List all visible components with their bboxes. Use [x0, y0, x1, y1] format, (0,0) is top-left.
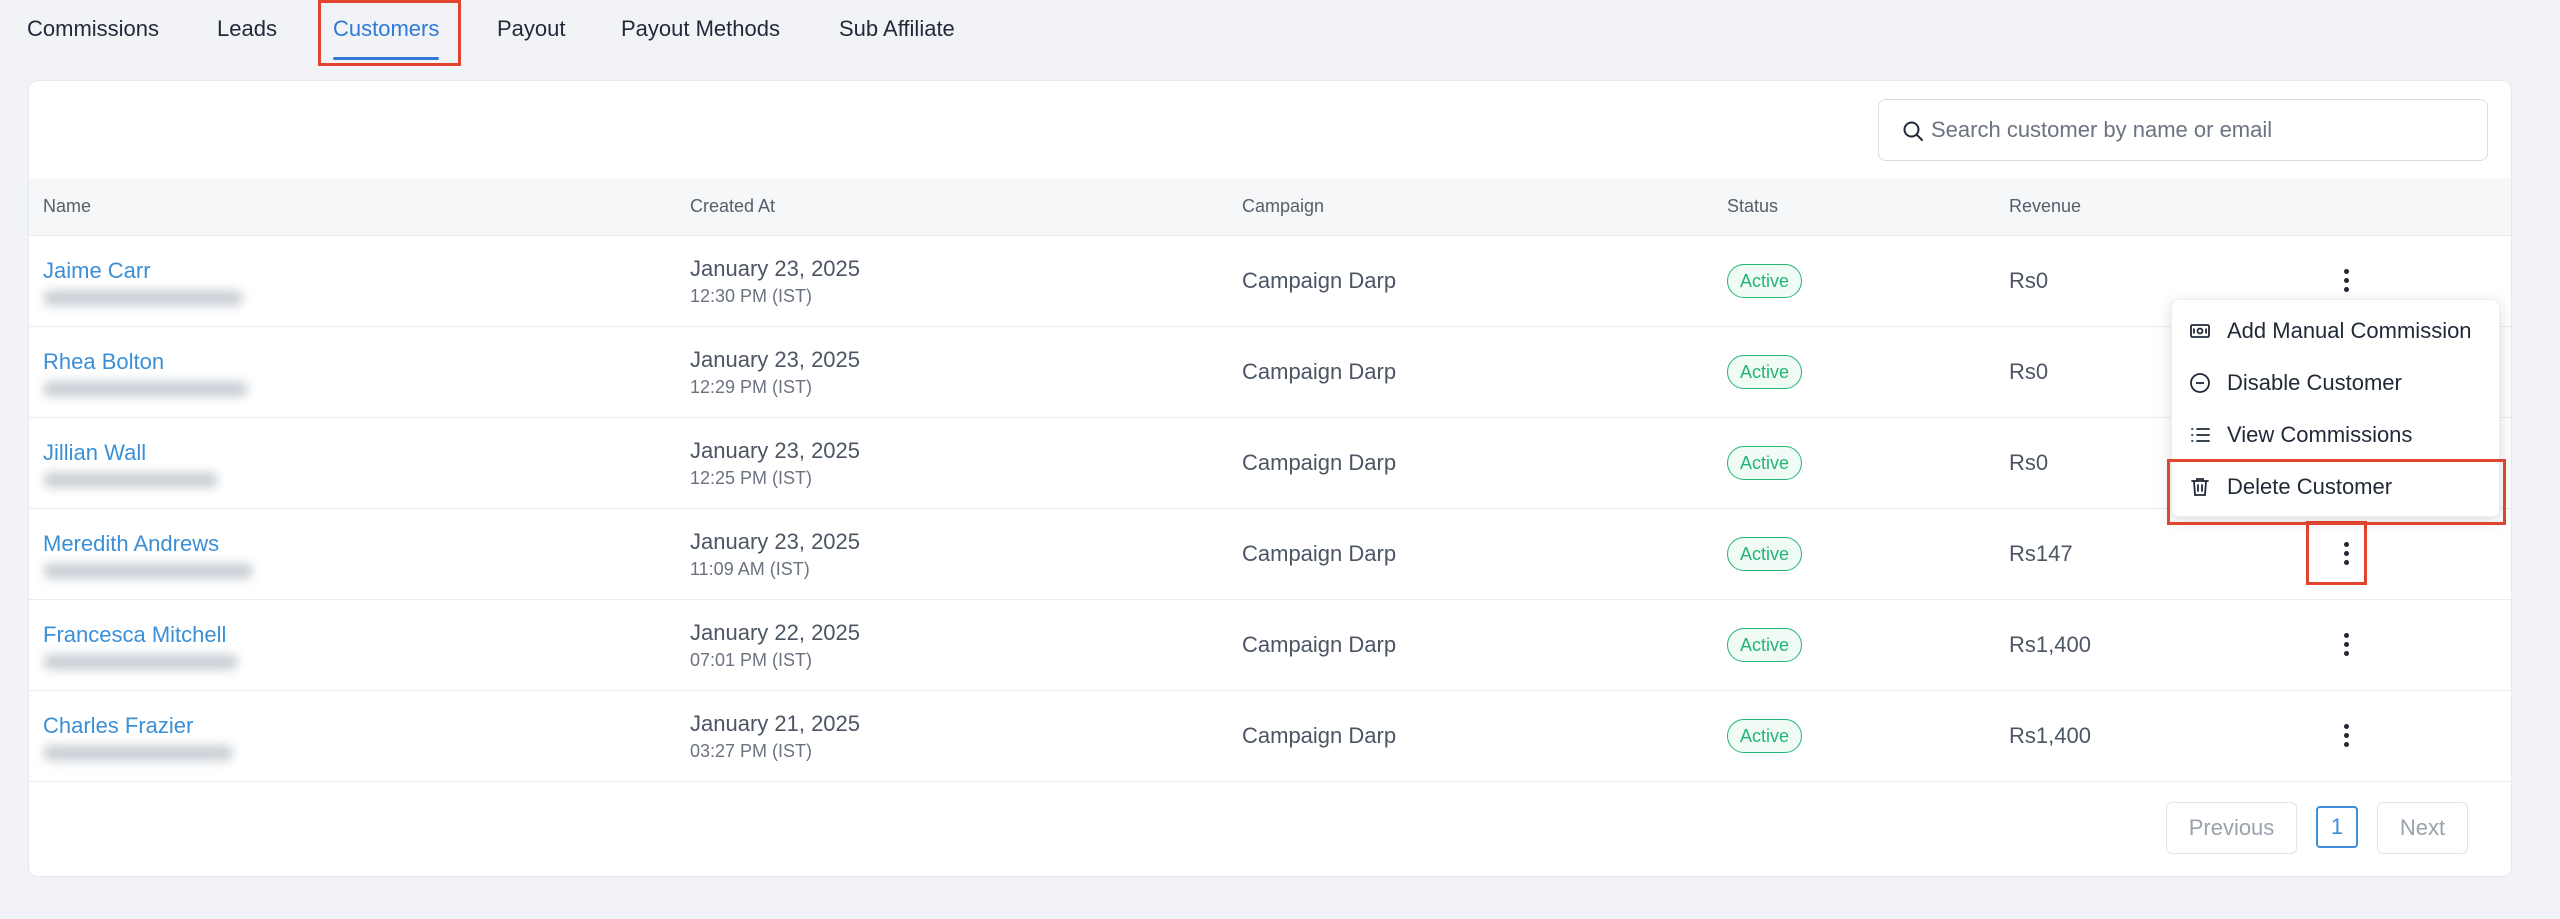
created-date: January 23, 2025: [690, 529, 861, 554]
menu-item-view-commissions[interactable]: View Commissions: [2172, 409, 2501, 461]
blurred-email: [43, 745, 233, 761]
column-header-status: Status: [1727, 196, 1779, 216]
revenue-value: Rs0: [2009, 268, 2049, 293]
minus-circle-icon: [2190, 373, 2210, 393]
status-badge: Active: [1727, 446, 1803, 480]
revenue-value: Rs1,400: [2009, 723, 2091, 748]
tab-payout[interactable]: Payout: [497, 0, 566, 64]
table-header: Name Created At Campaign Status Revenue: [29, 178, 2511, 236]
customer-name-link[interactable]: Jaime Carr: [43, 258, 151, 284]
created-time: 03:27 PM (IST): [690, 741, 813, 761]
tab-leads[interactable]: Leads: [217, 0, 277, 64]
table-row: Jaime Carr January 23, 2025 12:30 PM (IS…: [29, 236, 2511, 327]
created-time: 11:09 AM (IST): [690, 559, 810, 579]
status-badge: Active: [1727, 537, 1803, 571]
blurred-email: [43, 654, 238, 670]
status-badge: Active: [1727, 355, 1803, 389]
created-time: 12:25 PM (IST): [690, 468, 813, 488]
revenue-value: Rs1,400: [2009, 632, 2091, 657]
cash-icon: [2190, 324, 2210, 338]
row-actions-button[interactable]: [2327, 625, 2367, 665]
customer-name-link[interactable]: Charles Frazier: [43, 713, 193, 739]
created-date: January 23, 2025: [690, 256, 861, 281]
tab-sub-affiliate[interactable]: Sub Affiliate: [839, 0, 955, 64]
row-actions-button[interactable]: [2327, 716, 2367, 756]
campaign-name: Campaign Darp: [1242, 450, 1397, 475]
annotation-highlight-delete-customer: [2167, 459, 2506, 525]
column-header-created-at: Created At: [690, 196, 776, 216]
customer-name-link[interactable]: Jillian Wall: [43, 440, 146, 466]
created-date: January 22, 2025: [690, 620, 861, 645]
row-actions-button[interactable]: [2327, 261, 2367, 301]
customer-name-link[interactable]: Francesca Mitchell: [43, 622, 226, 648]
revenue-value: Rs0: [2009, 359, 2049, 384]
column-header-name: Name: [43, 196, 92, 216]
tab-commissions[interactable]: Commissions: [27, 0, 159, 64]
table-row: Meredith Andrews January 23, 2025 11:09 …: [29, 509, 2511, 600]
created-time: 12:29 PM (IST): [690, 377, 813, 397]
table-row: Rhea Bolton January 23, 2025 12:29 PM (I…: [29, 327, 2511, 418]
next-page-button[interactable]: Next: [2377, 802, 2468, 854]
search-box: [1878, 99, 2488, 161]
created-date: January 21, 2025: [690, 711, 861, 736]
blurred-email: [43, 563, 253, 579]
customer-name-link[interactable]: Rhea Bolton: [43, 349, 164, 375]
column-header-campaign: Campaign: [1242, 196, 1325, 216]
annotation-highlight-customers-tab: [318, 0, 461, 66]
campaign-name: Campaign Darp: [1242, 268, 1397, 293]
search-icon: [1903, 121, 1923, 141]
menu-item-label: Add Manual Commission: [2227, 318, 2472, 343]
table-row: Charles Frazier January 21, 2025 03:27 P…: [29, 691, 2511, 782]
blurred-email: [43, 472, 218, 488]
created-date: January 23, 2025: [690, 347, 861, 372]
created-date: January 23, 2025: [690, 438, 861, 463]
menu-item-label: View Commissions: [2227, 422, 2413, 447]
blurred-email: [43, 381, 248, 397]
table-row: Jillian Wall January 23, 2025 12:25 PM (…: [29, 418, 2511, 509]
menu-item-disable-customer[interactable]: Disable Customer: [2172, 357, 2501, 409]
customer-name-link[interactable]: Meredith Andrews: [43, 531, 219, 557]
annotation-highlight-row-actions: [2306, 521, 2367, 585]
menu-item-add-manual-commission[interactable]: Add Manual Commission: [2172, 305, 2501, 357]
search-input[interactable]: [1931, 100, 2471, 160]
status-badge: Active: [1727, 719, 1803, 753]
campaign-name: Campaign Darp: [1242, 541, 1397, 566]
campaign-name: Campaign Darp: [1242, 632, 1397, 657]
list-icon: [2191, 428, 2210, 442]
blurred-email: [43, 290, 243, 306]
previous-page-button[interactable]: Previous: [2166, 802, 2297, 854]
page-number-button[interactable]: 1: [2316, 806, 2358, 848]
tab-payout-methods[interactable]: Payout Methods: [621, 0, 780, 64]
revenue-value: Rs0: [2009, 450, 2049, 475]
revenue-value: Rs147: [2009, 541, 2073, 566]
campaign-name: Campaign Darp: [1242, 359, 1397, 384]
status-badge: Active: [1727, 628, 1803, 662]
menu-item-label: Disable Customer: [2227, 370, 2402, 395]
column-header-revenue: Revenue: [2009, 196, 2082, 216]
created-time: 07:01 PM (IST): [690, 650, 813, 670]
campaign-name: Campaign Darp: [1242, 723, 1397, 748]
status-badge: Active: [1727, 264, 1803, 298]
table-row: Francesca Mitchell January 22, 2025 07:0…: [29, 600, 2511, 691]
created-time: 12:30 PM (IST): [690, 286, 813, 306]
